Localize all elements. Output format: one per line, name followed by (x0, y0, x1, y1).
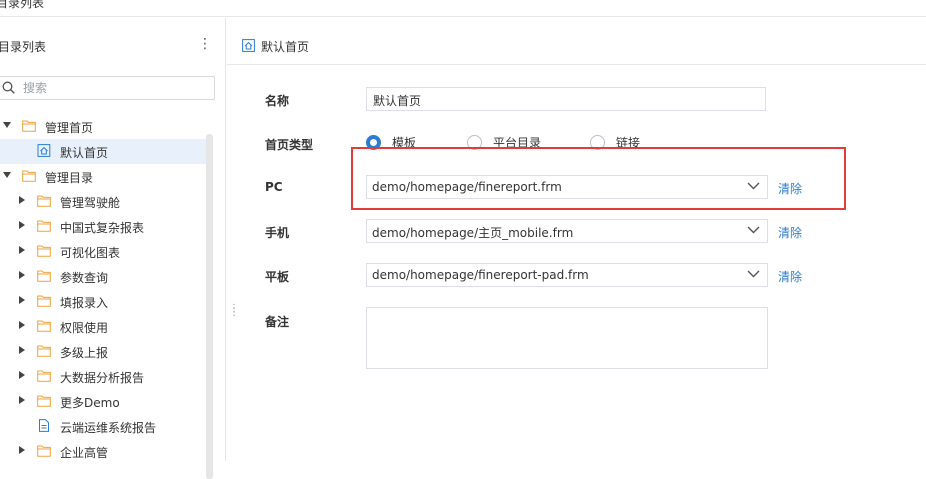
home-icon (242, 39, 255, 52)
pc-select-value: demo/homepage/finereport.frm (372, 180, 562, 194)
tree-node[interactable]: 默认首页 (0, 139, 206, 164)
mobile-select[interactable]: demo/homepage/主页_mobile.frm (366, 219, 768, 243)
folder-icon (37, 269, 51, 282)
folder-icon (37, 319, 51, 332)
tree-node-label: 企业高管 (60, 446, 109, 460)
tablet-label: 平板 (265, 270, 290, 284)
folder-icon (37, 394, 51, 407)
mobile-clear-link[interactable]: 清除 (778, 224, 802, 241)
radio-link-label: 链接 (616, 136, 641, 150)
folder-icon (37, 344, 51, 357)
mobile-label: 手机 (265, 226, 290, 240)
home-icon (37, 144, 51, 157)
search-input[interactable] (23, 80, 208, 96)
tree-node-label: 中国式复杂报表 (60, 221, 145, 235)
folder-icon (37, 294, 51, 307)
tree-node-label: 默认首页 (60, 146, 109, 160)
breadcrumb: 默认首页 (227, 18, 926, 65)
sidebar-title: 目录列表 (0, 40, 47, 54)
tree-node[interactable]: 大数据分析报告 (0, 364, 206, 389)
tablet-select[interactable]: demo/homepage/finereport-pad.frm (366, 263, 768, 287)
tree-node-label: 管理首页 (45, 121, 94, 135)
mobile-select-value: demo/homepage/主页_mobile.frm (372, 226, 574, 240)
tree-node[interactable]: 权限使用 (0, 314, 206, 339)
folder-icon (22, 169, 36, 182)
tree-node-label: 权限使用 (60, 321, 109, 335)
caret-right-icon[interactable] (19, 321, 25, 329)
chevron-down-icon (747, 270, 760, 278)
tree-node[interactable]: 可视化图表 (0, 239, 206, 264)
folder-icon (37, 244, 51, 257)
window-title-bar: 目录列表 (0, 0, 926, 17)
breadcrumb-current: 默认首页 (261, 40, 310, 54)
name-input[interactable]: 默认首页 (366, 87, 766, 111)
tree-node-label: 更多Demo (60, 396, 120, 410)
pc-clear-link[interactable]: 清除 (778, 180, 802, 197)
caret-right-icon[interactable] (19, 221, 25, 229)
main-content: 默认首页 名称 默认首页 首页类型 模板 平台目录 链接 PC demo/hom… (227, 18, 926, 461)
chevron-down-icon (747, 182, 760, 190)
document-icon (37, 419, 51, 432)
type-label: 首页类型 (265, 138, 314, 152)
tree-node[interactable]: 云端运维系统报告 (0, 414, 206, 439)
caret-right-icon[interactable] (19, 446, 25, 454)
window-title: 目录列表 (0, 0, 45, 10)
tree-node-label: 大数据分析报告 (60, 371, 145, 385)
tree-node[interactable]: 管理首页 (0, 114, 206, 139)
directory-tree: 管理首页默认首页管理目录管理驾驶舱中国式复杂报表 可视化图表参数查询填报录入权限使… (0, 114, 210, 464)
tree-node[interactable]: 中国式复杂报表 (0, 214, 206, 239)
tree-node[interactable]: 参数查询 (0, 264, 206, 289)
tree-node[interactable]: 企业高管 (0, 439, 206, 464)
remark-textarea[interactable] (366, 307, 768, 369)
folder-icon (37, 444, 51, 457)
caret-right-icon[interactable] (19, 396, 25, 404)
name-label: 名称 (265, 94, 290, 108)
folder-icon (22, 119, 36, 132)
sidebar: 目录列表 ⋮ 管理首页默认首页管理目录管理驾驶舱中国式复杂报表可视化图表参数查询… (0, 18, 226, 479)
caret-right-icon[interactable] (19, 346, 25, 354)
search-box (0, 76, 215, 100)
caret-right-icon[interactable] (19, 196, 25, 204)
tree-node[interactable]: 管理驾驶舱 (0, 189, 206, 214)
more-options-icon[interactable]: ⋮ (198, 36, 212, 52)
folder-icon (37, 369, 51, 382)
tree-node-label: 填报录入 (60, 296, 109, 310)
tree-node-label: 可视化图表 (60, 246, 121, 260)
sidebar-scrollbar[interactable] (206, 134, 213, 479)
folder-icon (37, 219, 51, 232)
radio-template[interactable] (366, 135, 381, 150)
search-icon (2, 81, 15, 94)
chevron-down-icon (747, 226, 760, 234)
tree-node-label: 管理驾驶舱 (60, 196, 121, 210)
pc-label: PC (265, 180, 283, 194)
tree-node-label: 管理目录 (45, 171, 94, 185)
radio-platform-directory[interactable] (467, 135, 482, 150)
caret-right-icon[interactable] (19, 246, 25, 254)
caret-down-icon[interactable] (3, 122, 11, 128)
pc-select[interactable]: demo/homepage/finereport.frm (366, 175, 768, 199)
sidebar-header: 目录列表 ⋮ (0, 18, 226, 72)
caret-right-icon[interactable] (19, 296, 25, 304)
tree-node-label: 参数查询 (60, 271, 109, 285)
tree-node[interactable]: 填报录入 (0, 289, 206, 314)
caret-right-icon[interactable] (19, 371, 25, 379)
radio-link[interactable] (590, 135, 605, 150)
caret-down-icon[interactable] (3, 172, 11, 178)
tree-node-label: 云端运维系统报告 (60, 421, 157, 435)
caret-right-icon[interactable] (19, 271, 25, 279)
tree-node[interactable]: 多级上报 (0, 339, 206, 364)
remark-label: 备注 (265, 315, 290, 329)
radio-platform-directory-label: 平台目录 (493, 136, 542, 150)
tablet-clear-link[interactable]: 清除 (778, 268, 802, 285)
radio-template-label: 模板 (392, 136, 417, 150)
tablet-select-value: demo/homepage/finereport-pad.frm (372, 268, 589, 282)
tree-node[interactable]: 管理目录 (0, 164, 206, 189)
tree-node[interactable]: 更多Demo (0, 389, 206, 414)
tree-node-label: 多级上报 (60, 346, 109, 360)
folder-icon (37, 194, 51, 207)
